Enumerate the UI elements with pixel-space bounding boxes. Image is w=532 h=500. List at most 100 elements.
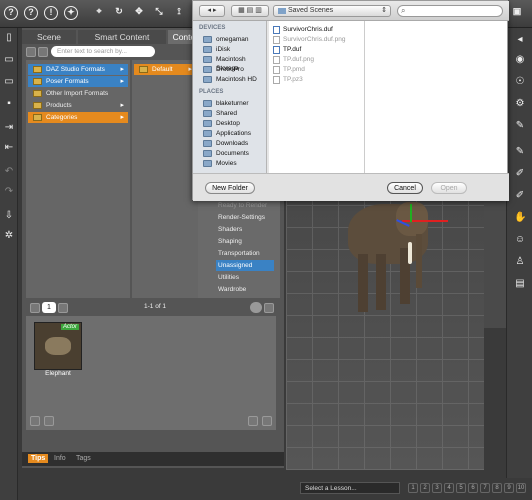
sidebar-item-omegaman[interactable]: omegaman — [203, 35, 249, 44]
node-icon[interactable]: ⌖ — [92, 6, 106, 20]
list-item[interactable]: Utilities — [216, 272, 274, 283]
lesson-page-button[interactable]: 8 — [492, 483, 502, 493]
merge-icon[interactable]: ▭ — [3, 76, 15, 88]
category-poser-formats[interactable]: Poser Formats ▸ — [28, 76, 128, 87]
view-toggle[interactable] — [250, 302, 262, 313]
lesson-page-button[interactable]: 5 — [456, 483, 466, 493]
lesson-page-button[interactable]: 3 — [432, 483, 442, 493]
scale-icon[interactable]: ⤡ — [152, 6, 166, 20]
file-item[interactable]: TP.duf — [273, 45, 301, 55]
view-mode-buttons[interactable]: ▦ ▤ ▥ — [231, 5, 269, 17]
open-button[interactable]: Open — [431, 182, 467, 194]
new-folder-button[interactable]: New Folder — [205, 182, 255, 194]
list-item[interactable]: Wardrobe — [216, 284, 274, 295]
export-icon[interactable]: ⇤ — [3, 142, 15, 154]
rotate-icon[interactable]: ↻ — [112, 6, 126, 20]
tab-info[interactable]: Info — [54, 455, 66, 462]
puppet-icon[interactable]: ♙ — [514, 256, 526, 268]
search-field[interactable]: ⌕ — [397, 5, 503, 17]
collapse-icon[interactable]: ◂ — [514, 34, 526, 46]
lesson-page-button[interactable]: 1 — [408, 483, 418, 493]
remove-button[interactable] — [44, 416, 54, 426]
tab-tags[interactable]: Tags — [76, 455, 91, 462]
lesson-page-button[interactable]: 7 — [480, 483, 490, 493]
lesson-page-button[interactable]: 2 — [420, 483, 430, 493]
sidebar-item-shared[interactable]: Shared — [203, 109, 237, 118]
render-icon[interactable]: ⚙ — [514, 98, 526, 110]
globe-icon[interactable]: ◉ — [514, 54, 526, 66]
category-other-import[interactable]: Other Import Formats — [28, 88, 128, 99]
layers-icon[interactable]: ▤ — [514, 278, 526, 290]
back-button[interactable] — [26, 47, 36, 57]
tab-tips[interactable]: Tips — [28, 454, 49, 463]
transform-icon[interactable]: ✥ — [132, 6, 146, 20]
category-products[interactable]: Products ▸ — [28, 100, 128, 111]
list-item[interactable]: Render-Settings — [216, 212, 274, 223]
file-item: TP.duf.png — [273, 55, 314, 65]
category-categories[interactable]: Categories ▸ — [28, 112, 128, 123]
morph-icon[interactable]: ✐ — [514, 168, 526, 180]
undo-icon[interactable]: ↶ — [3, 166, 15, 178]
save-icon[interactable]: ▪ — [3, 98, 15, 110]
question-icon[interactable]: ? — [24, 6, 38, 20]
viewport-icon[interactable]: ▣ — [510, 6, 524, 20]
elephant-thumbnail[interactable]: Actor — [34, 322, 82, 370]
lesson-select[interactable]: Select a Lesson... — [300, 482, 400, 494]
sidebar-item-idisk[interactable]: iDisk — [203, 45, 230, 54]
add-button[interactable] — [30, 416, 40, 426]
lesson-page-button[interactable]: 9 — [504, 483, 514, 493]
prev-page-button[interactable] — [30, 303, 40, 313]
list-item[interactable]: Shaping — [216, 236, 274, 247]
redo-icon[interactable]: ↷ — [3, 186, 15, 198]
paint-icon[interactable]: ✎ — [514, 120, 526, 132]
category-daz-studio-formats[interactable]: DAZ Studio Formats ▸ — [28, 64, 128, 75]
figure-icon[interactable]: ☉ — [514, 76, 526, 88]
tab-smart-content[interactable]: Smart Content — [78, 30, 166, 44]
detail-view-button[interactable] — [262, 416, 272, 426]
y-axis-gizmo[interactable] — [410, 204, 412, 222]
sidebar-item-documents[interactable]: Documents — [203, 149, 249, 158]
face-icon[interactable]: ☺ — [514, 234, 526, 246]
grid-view-button[interactable] — [248, 416, 258, 426]
forward-button[interactable] — [38, 47, 48, 57]
info-icon[interactable]: ! — [44, 6, 58, 20]
lesson-page-button[interactable]: 6 — [468, 483, 478, 493]
page-number-field[interactable]: 1 — [42, 302, 56, 313]
sidebar-item-applications[interactable]: Applications — [203, 129, 251, 138]
help-icon[interactable]: ? — [4, 6, 18, 20]
list-item[interactable]: Ready to Render — [216, 200, 274, 211]
location-popup[interactable]: Saved Scenes ⇕ — [273, 5, 391, 17]
pose-icon[interactable]: ✐ — [514, 190, 526, 202]
sidebar-item-downloads[interactable]: Downloads — [203, 139, 248, 148]
joint-icon[interactable]: ⟟ — [172, 6, 186, 20]
list-item[interactable]: Transportation — [216, 248, 274, 259]
next-page-button[interactable] — [58, 303, 68, 313]
file-item[interactable]: SurvivorChris.duf — [273, 25, 333, 35]
list-item-selected[interactable]: Unassigned — [216, 260, 274, 271]
hand-icon[interactable]: ✋ — [514, 212, 526, 224]
cancel-button[interactable]: Cancel — [387, 182, 423, 194]
tab-scene[interactable]: Scene — [22, 30, 76, 44]
list-item[interactable]: Shaders — [216, 224, 274, 235]
back-forward-buttons[interactable]: ◂ ▸ — [199, 5, 225, 17]
x-axis-gizmo[interactable] — [402, 220, 448, 222]
sidebar-item-macintosh-storage[interactable]: Macintosh Storage — [203, 55, 266, 72]
import-icon[interactable]: ⇥ — [3, 122, 15, 134]
sidebar-item-home[interactable]: blaketurner — [203, 99, 249, 108]
sidebar-item-movies[interactable]: Movies — [203, 159, 237, 168]
lesson-page-button[interactable]: 10 — [516, 483, 526, 493]
sidebar-item-macintosh-hd[interactable]: Macintosh HD — [203, 75, 257, 84]
sidebar-item-drobopro[interactable]: DroboPro — [203, 65, 244, 74]
brush-icon[interactable]: ✎ — [514, 146, 526, 158]
subcategory-default[interactable]: Default ▸ — [134, 64, 196, 75]
open-folder-icon[interactable]: ▭ — [3, 54, 15, 66]
sidebar-item-desktop[interactable]: Desktop — [203, 119, 240, 128]
elephant-model[interactable] — [340, 198, 450, 328]
gear-icon[interactable]: ✲ — [3, 230, 15, 242]
lesson-page-button[interactable]: 4 — [444, 483, 454, 493]
list-view-button[interactable] — [264, 303, 274, 313]
tools-icon[interactable]: ✦ — [64, 6, 78, 20]
search-input[interactable]: Enter text to search by... — [51, 46, 155, 57]
down-icon[interactable]: ⇩ — [3, 210, 15, 222]
new-file-icon[interactable]: ▯ — [3, 32, 15, 44]
